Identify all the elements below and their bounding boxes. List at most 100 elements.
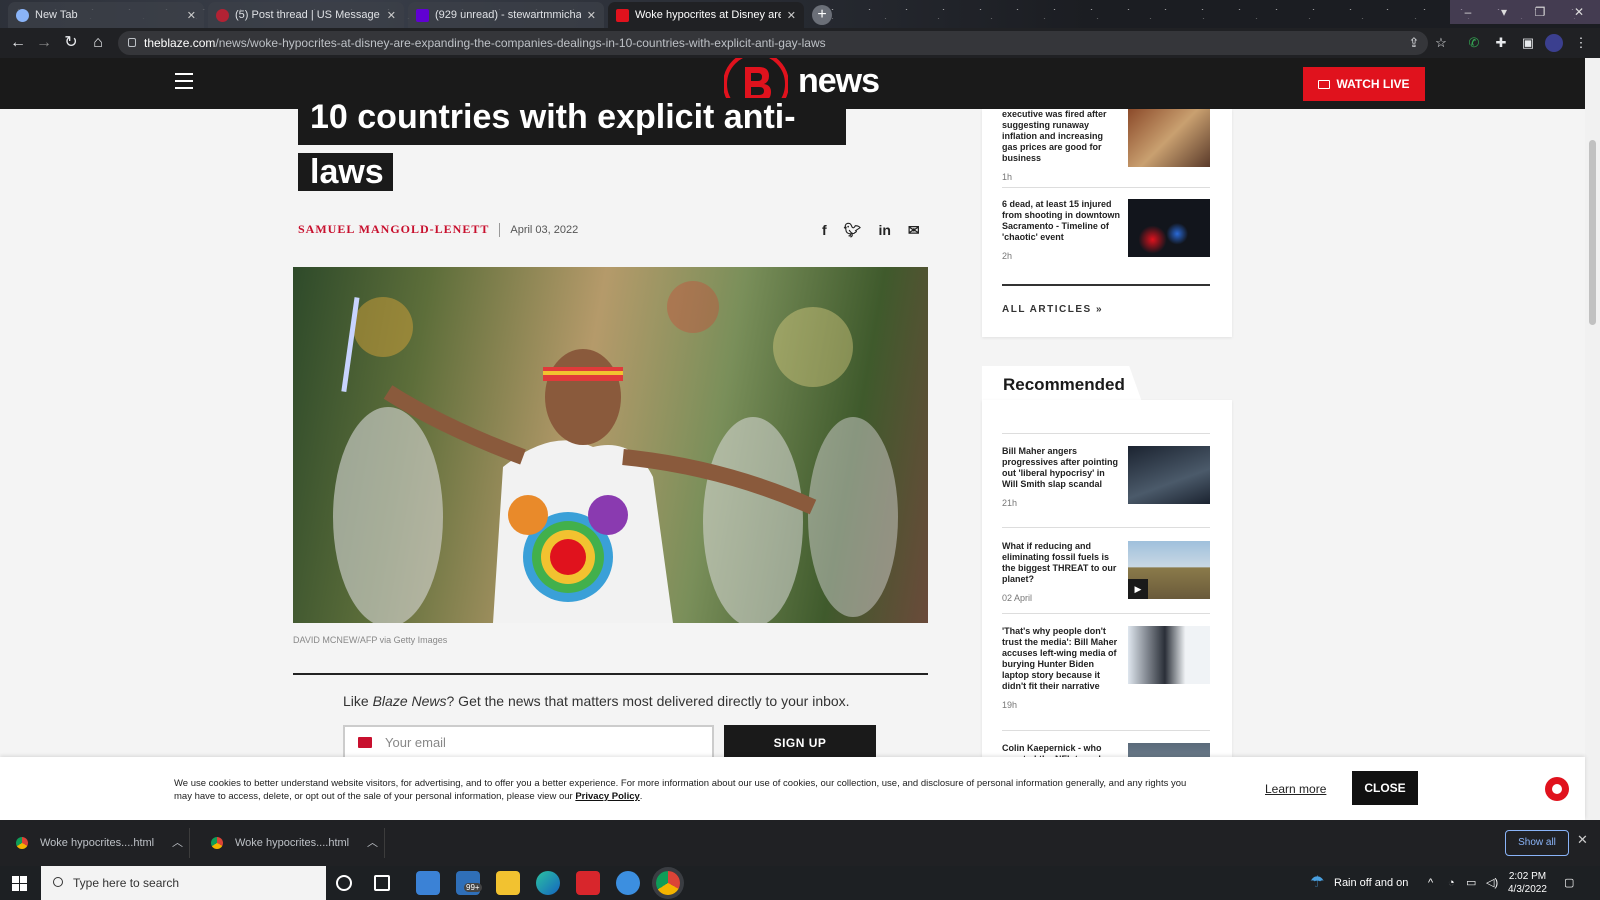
chevron-up-icon[interactable]: ︿ bbox=[367, 828, 378, 858]
photo-caption: DAVID MCNEW/AFP via Getty Images bbox=[293, 635, 448, 645]
tab-new-tab[interactable]: New Tab ✕ bbox=[8, 2, 204, 28]
video-play-icon[interactable]: ▶ bbox=[1128, 579, 1148, 599]
weather-text[interactable]: Rain off and on bbox=[1334, 866, 1408, 900]
mail-app-icon[interactable]: 99+ bbox=[456, 871, 482, 895]
hamburger-menu-icon[interactable] bbox=[175, 73, 193, 89]
volume-icon[interactable]: ◁) bbox=[1486, 866, 1498, 900]
all-articles-link[interactable]: ALL ARTICLES » bbox=[1002, 304, 1103, 315]
facebook-icon[interactable]: f bbox=[822, 222, 827, 239]
chat-app-icon[interactable] bbox=[616, 871, 640, 895]
author-link[interactable]: SAMUEL MANGOLD-LENETT bbox=[298, 222, 489, 237]
edge-icon[interactable] bbox=[536, 871, 560, 895]
list-item-title[interactable]: 6 dead, at least 15 injured from shootin… bbox=[1002, 199, 1120, 243]
reload-icon[interactable]: ↻ bbox=[60, 33, 82, 53]
show-all-downloads-button[interactable]: Show all bbox=[1505, 830, 1569, 856]
tab-blaze-article[interactable]: Woke hypocrites at Disney are... ✕ bbox=[608, 2, 804, 28]
publish-date: April 03, 2022 bbox=[510, 223, 579, 236]
cookie-text-end: . bbox=[639, 791, 643, 802]
list-item-title[interactable]: executive was fired after suggesting run… bbox=[1002, 109, 1120, 164]
task-view-icon[interactable] bbox=[374, 875, 390, 891]
tab-post-thread[interactable]: (5) Post thread | US Message Bo... ✕ bbox=[208, 2, 404, 28]
cookie-close-button[interactable]: CLOSE bbox=[1352, 771, 1418, 805]
email-field[interactable]: Your email bbox=[343, 725, 714, 761]
extension-phone-icon[interactable]: ✆ bbox=[1465, 34, 1483, 52]
extensions-puzzle-icon[interactable]: ✚ bbox=[1492, 34, 1510, 52]
applebees-thumbnail[interactable] bbox=[1128, 109, 1210, 167]
learn-more-link[interactable]: Learn more bbox=[1265, 782, 1326, 796]
tray-chevron-icon[interactable]: ^ bbox=[1428, 866, 1433, 900]
clock-time: 2:02 PM bbox=[1508, 871, 1547, 882]
profile-avatar-icon[interactable] bbox=[1545, 34, 1563, 52]
list-item-title[interactable]: Bill Maher angers progressives after poi… bbox=[1002, 446, 1120, 490]
scrollbar-thumb[interactable] bbox=[1589, 140, 1596, 325]
list-item[interactable]: What if reducing and eliminating fossil … bbox=[1002, 541, 1210, 603]
tab-close-icon[interactable]: ✕ bbox=[387, 9, 396, 22]
phone-link-icon[interactable]: ▭ bbox=[1466, 866, 1476, 900]
list-item-title[interactable]: What if reducing and eliminating fossil … bbox=[1002, 541, 1120, 585]
chevron-up-icon[interactable]: ︿ bbox=[172, 828, 183, 858]
umbrella-weather-icon[interactable]: ☂ bbox=[1310, 866, 1324, 900]
byline-divider bbox=[499, 222, 501, 237]
tab-strip: New Tab ✕ (5) Post thread | US Message B… bbox=[0, 0, 1600, 28]
download-bar-close-icon[interactable]: ✕ bbox=[1577, 832, 1588, 848]
cortana-icon[interactable] bbox=[336, 875, 352, 891]
download-item[interactable]: Woke hypocrites....html ︿ bbox=[0, 828, 190, 858]
notifications-icon[interactable]: ▢ bbox=[1564, 866, 1574, 900]
file-explorer-icon[interactable] bbox=[496, 871, 520, 895]
window-close-button[interactable]: ✕ bbox=[1558, 0, 1600, 24]
windows-start-icon[interactable] bbox=[12, 876, 27, 891]
list-item[interactable]: executive was fired after suggesting run… bbox=[1002, 109, 1210, 182]
network-icon[interactable]: ◔ bbox=[1448, 866, 1455, 900]
promo-prefix: Like bbox=[343, 693, 373, 709]
divider bbox=[1002, 613, 1210, 614]
chrome-taskbar-icon[interactable] bbox=[656, 871, 680, 895]
bill-maher-suit-thumbnail[interactable] bbox=[1128, 626, 1210, 684]
tab-close-icon[interactable]: ✕ bbox=[587, 9, 596, 22]
tab-mail[interactable]: (929 unread) - stewartmmichael ✕ bbox=[408, 2, 604, 28]
list-item[interactable]: 'That's why people don't trust the media… bbox=[1002, 626, 1210, 710]
url-host: theblaze.com bbox=[144, 36, 216, 50]
email-share-icon[interactable]: ✉ bbox=[908, 222, 920, 239]
cookie-banner: We use cookies to better understand webs… bbox=[0, 757, 1585, 820]
menu-kebab-icon[interactable]: ⋮ bbox=[1572, 34, 1590, 52]
new-tab-button[interactable]: + bbox=[812, 5, 832, 25]
restore-button[interactable]: ❐ bbox=[1522, 0, 1558, 24]
bill-maher-thumbnail[interactable] bbox=[1128, 446, 1210, 504]
tv-icon bbox=[1318, 79, 1331, 89]
email-placeholder: Your email bbox=[385, 735, 446, 750]
side-panel-icon[interactable]: ▣ bbox=[1519, 34, 1537, 52]
list-item-title[interactable]: 'That's why people don't trust the media… bbox=[1002, 626, 1120, 692]
sign-up-button[interactable]: SIGN UP bbox=[724, 725, 876, 761]
home-icon[interactable]: ⌂ bbox=[87, 33, 109, 53]
watch-live-button[interactable]: WATCH LIVE bbox=[1303, 67, 1425, 101]
police-lights-thumbnail[interactable] bbox=[1128, 199, 1210, 257]
download-item[interactable]: Woke hypocrites....html ︿ bbox=[195, 828, 385, 858]
bookmark-star-icon[interactable]: ☆ bbox=[1432, 34, 1450, 52]
taskbar-clock[interactable]: 2:02 PM 4/3/2022 bbox=[1508, 870, 1547, 896]
divider bbox=[1002, 187, 1210, 188]
list-item[interactable]: 6 dead, at least 15 injured from shootin… bbox=[1002, 199, 1210, 261]
oil-pump-thumbnail[interactable]: ▶ bbox=[1128, 541, 1210, 599]
privacy-policy-link[interactable]: Privacy Policy bbox=[575, 791, 639, 802]
article-hero-image bbox=[293, 267, 928, 623]
download-filename: Woke hypocrites....html bbox=[235, 837, 350, 849]
store-icon[interactable] bbox=[416, 871, 440, 895]
linkedin-icon[interactable]: in bbox=[878, 222, 890, 239]
minimize-button[interactable]: – bbox=[1450, 0, 1486, 24]
list-item[interactable]: Bill Maher angers progressives after poi… bbox=[1002, 446, 1210, 508]
page-scrollbar[interactable] bbox=[1585, 58, 1600, 820]
tab-close-icon[interactable]: ✕ bbox=[787, 9, 796, 22]
tab-close-icon[interactable]: ✕ bbox=[187, 9, 196, 22]
flag-favicon-icon bbox=[216, 8, 229, 22]
logo-news-text[interactable]: news bbox=[798, 62, 880, 101]
tab-title: New Tab bbox=[35, 9, 78, 21]
forward-arrow-icon[interactable]: → bbox=[33, 33, 55, 53]
taskbar-search-box[interactable]: Type here to search bbox=[41, 866, 326, 900]
twitter-icon[interactable]: 🐦︎ bbox=[844, 222, 862, 239]
wps-office-icon[interactable] bbox=[576, 871, 600, 895]
back-arrow-icon[interactable]: ← bbox=[7, 33, 29, 53]
share-icon[interactable]: ⇪ bbox=[1405, 34, 1423, 52]
address-bar[interactable]: theblaze.com/news/woke-hypocrites-at-dis… bbox=[118, 31, 1428, 55]
tab-search-button[interactable]: ▾ bbox=[1486, 0, 1522, 24]
cookie-settings-gear-icon[interactable] bbox=[1545, 777, 1569, 801]
